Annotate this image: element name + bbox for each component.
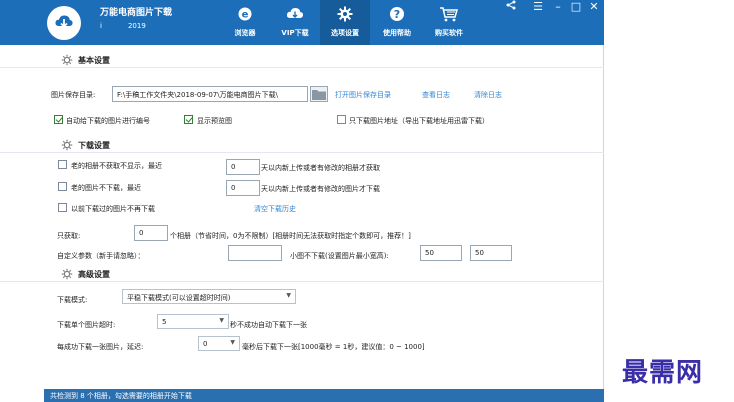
minimize-button[interactable]: –	[551, 0, 565, 14]
mode-select[interactable]: 平稳下载模式(可以设置超时时间) ▼	[122, 289, 296, 304]
browse-folder-button[interactable]	[310, 86, 328, 102]
gear-icon	[61, 54, 73, 66]
section-title: 基本设置	[78, 56, 110, 65]
only-url-checkbox[interactable]	[337, 115, 346, 124]
app-title: 万能电商图片下载	[100, 8, 173, 18]
nav-help[interactable]: ? 使用帮助	[372, 0, 422, 45]
timeout-suffix: 秒不成功自动下载下一张	[230, 321, 307, 329]
nav-label: 使用帮助	[383, 29, 411, 37]
share-icon[interactable]	[504, 0, 518, 14]
section-advanced-header: 高级设置	[0, 267, 604, 282]
gear-icon	[337, 6, 353, 22]
skip-downloaded-checkbox[interactable]	[58, 203, 67, 212]
status-bar: 共检测到 8 个相册，勾选需要的相册开始下载	[44, 389, 604, 402]
cloud-download-icon	[286, 7, 304, 18]
timeout-label: 下载单个图片超时:	[57, 321, 116, 329]
app-logo	[47, 6, 81, 40]
folder-icon	[312, 90, 326, 100]
close-button[interactable]: ✕	[587, 0, 601, 14]
mode-select-value: 平稳下载模式(可以设置超时时间)	[127, 294, 231, 302]
custom-param-label: 自定义参数（新手请忽略）：	[57, 252, 145, 260]
chevron-down-icon: ▼	[219, 317, 224, 324]
nav-label: 浏览器	[234, 29, 256, 37]
maximize-button[interactable]: □	[569, 0, 583, 14]
old-album-suffix: 天以内新上传或者有修改的相册才获取	[261, 164, 380, 172]
old-image-suffix: 天以内新上传或者有修改的图片才下载	[261, 185, 380, 193]
app-version: i 2019	[100, 22, 146, 30]
delay-select-value: 0	[203, 340, 208, 348]
nav-label: 选项设置	[331, 29, 359, 37]
old-image-label: 老的图片不下载，最近	[71, 184, 141, 192]
nav-vip-download[interactable]: VIP下载	[270, 0, 320, 45]
old-image-days-input[interactable]: 0	[226, 180, 260, 196]
show-preview-checkbox[interactable]	[184, 115, 193, 124]
old-album-label: 老的相册不获取不显示，最近	[71, 162, 162, 170]
gear-icon	[61, 268, 73, 280]
delay-suffix: 毫秒后下载下一张[1000毫秒 = 1秒，建议值：0 ~ 1000]	[242, 343, 425, 351]
browser-icon: e	[238, 7, 252, 21]
nav-label: 购买软件	[435, 29, 463, 37]
section-title: 下载设置	[78, 141, 110, 150]
app-window: 万能电商图片下载 i 2019 e 浏览器 VIP下载 选项设置 ? 使用帮助 购…	[0, 0, 604, 402]
delay-select[interactable]: 0 ▼	[198, 336, 240, 351]
only-fetch-label: 只获取:	[57, 232, 81, 240]
only-fetch-input[interactable]: 0	[134, 225, 168, 241]
only-url-label: 只下载图片地址（导出下载地址用迅雷下载）	[349, 117, 489, 125]
section-download-header: 下载设置	[0, 138, 604, 153]
timeout-select-value: 5	[162, 318, 167, 326]
save-dir-input[interactable]: F:\手稿工作文件夹\2018-09-07\万能电商图片下载\	[112, 86, 308, 102]
view-log-link[interactable]: 查看日志	[422, 90, 450, 100]
skip-downloaded-label: 以前下载过的图片不再下载	[71, 205, 155, 213]
info-mark: i	[100, 22, 102, 30]
chevron-down-icon: ▼	[230, 339, 235, 346]
nav-browser[interactable]: e 浏览器	[220, 0, 270, 45]
show-preview-label: 显示预览图	[197, 117, 232, 125]
min-width-input[interactable]: 50	[420, 245, 462, 261]
save-dir-label: 图片保存目录:	[51, 91, 96, 99]
open-dir-link[interactable]: 打开图片保存目录	[335, 90, 391, 100]
delay-label: 每成功下载一张图片，延迟:	[57, 343, 144, 351]
watermark-text: 最需网	[622, 358, 704, 388]
old-album-days-input[interactable]: 0	[226, 159, 260, 175]
svg-text:?: ?	[394, 8, 400, 21]
help-icon: ?	[390, 7, 404, 21]
chevron-down-icon: ▼	[286, 292, 291, 299]
timeout-select[interactable]: 5 ▼	[157, 314, 229, 329]
section-basic-header: 基本设置	[0, 53, 604, 68]
only-fetch-suffix: 个相册（节省时间，0为不限制）[相册时间无法获取时指定个数即可，推荐！]	[170, 232, 411, 240]
nav-buy[interactable]: 购买软件	[424, 0, 474, 45]
clear-history-link[interactable]: 清空下载历史	[254, 204, 296, 214]
min-height-input[interactable]: 50	[470, 245, 512, 261]
min-size-label: 小图不下载(设置图片最小宽高):	[290, 252, 389, 260]
app-year: 2019	[127, 22, 146, 30]
menu-icon[interactable]: ☰	[531, 0, 545, 14]
section-title: 高级设置	[78, 270, 110, 279]
cart-icon	[440, 7, 458, 22]
custom-param-input[interactable]	[228, 245, 282, 261]
old-album-checkbox[interactable]	[58, 160, 67, 169]
mode-label: 下载模式:	[57, 296, 88, 304]
nav-options[interactable]: 选项设置	[320, 0, 370, 45]
nav-label: VIP下载	[281, 29, 309, 37]
cloud-download-logo-icon	[55, 15, 73, 28]
svg-text:e: e	[242, 10, 249, 21]
gear-icon	[61, 139, 73, 151]
old-image-checkbox[interactable]	[58, 182, 67, 191]
auto-number-label: 自动给下载的图片进行编号	[66, 117, 150, 125]
clear-log-link[interactable]: 清除日志	[474, 90, 502, 100]
auto-number-checkbox[interactable]	[54, 115, 63, 124]
title-bar: 万能电商图片下载 i 2019 e 浏览器 VIP下载 选项设置 ? 使用帮助 购…	[0, 0, 604, 45]
